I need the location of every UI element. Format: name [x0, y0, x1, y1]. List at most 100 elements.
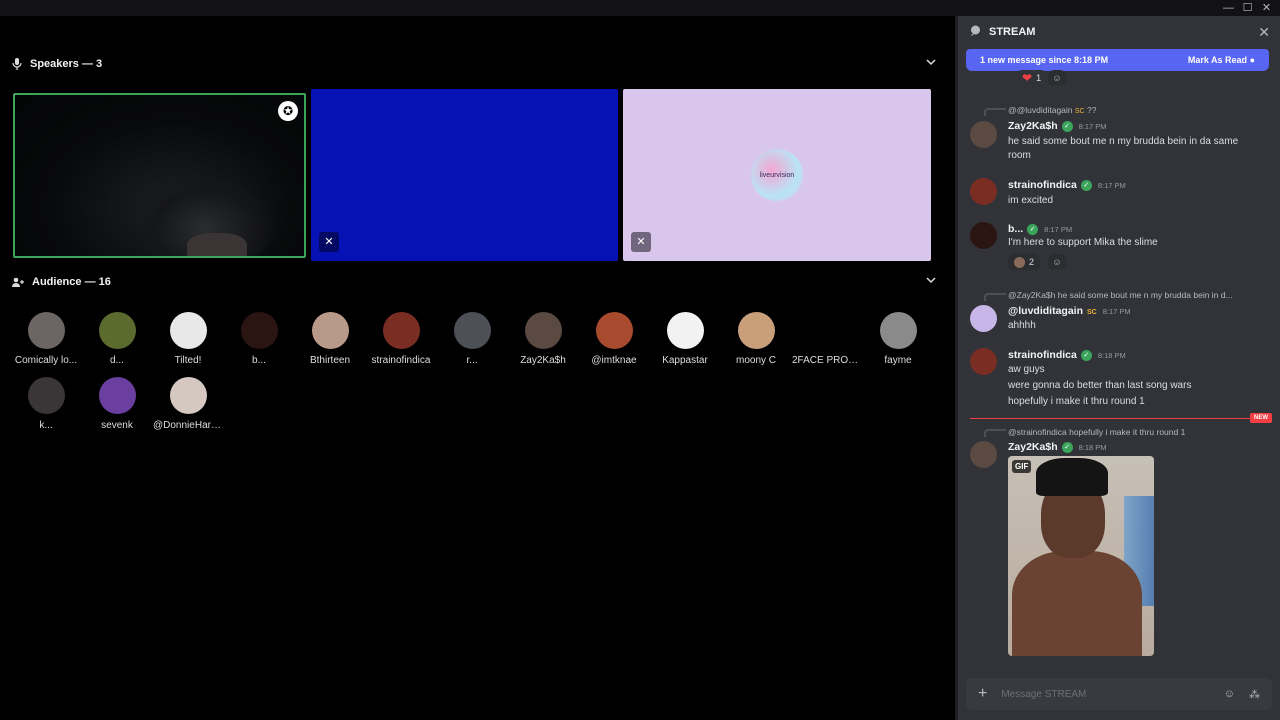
- maximize-button[interactable]: ☐: [1238, 0, 1257, 16]
- avatar[interactable]: [524, 312, 562, 349]
- reaction-heart[interactable]: ❤ 1: [1016, 70, 1048, 86]
- reaction-chip[interactable]: 2: [1008, 254, 1041, 270]
- audience-member[interactable]: r...: [437, 312, 507, 366]
- avatar[interactable]: [970, 222, 997, 249]
- reply-preview[interactable]: @strainofindica hopefully i make it thru…: [1008, 427, 1185, 437]
- avatar[interactable]: [970, 348, 997, 375]
- audience-member[interactable]: sevenk: [82, 377, 152, 431]
- chat-header: STREAM ✕: [958, 16, 1280, 48]
- speaker-tile-video[interactable]: ✪: [13, 93, 306, 258]
- mark-as-read-label: Mark As Read: [1187, 55, 1248, 65]
- message-input[interactable]: Message STREAM: [1001, 689, 1209, 700]
- audience-member-name: strainofindica: [371, 355, 431, 366]
- message-text: im excited: [1008, 195, 1054, 206]
- audience-icon: [12, 277, 24, 288]
- avatar[interactable]: [595, 312, 633, 349]
- avatar[interactable]: [737, 312, 775, 349]
- audience-member-name: Tilted!: [174, 355, 202, 366]
- message-text: were gonna do better than last song wars: [1008, 380, 1192, 391]
- audience-member[interactable]: 2FACE PRON...: [792, 312, 862, 366]
- audience-member[interactable]: Tilted!: [153, 312, 223, 366]
- mark-read-icon: ●: [1249, 55, 1255, 65]
- audience-member[interactable]: Zay2Ka$h: [508, 312, 578, 366]
- audience-member[interactable]: b...: [224, 312, 294, 366]
- avatar[interactable]: [169, 312, 207, 349]
- reply-connector: [984, 108, 1006, 116]
- audience-member[interactable]: Bthirteen: [295, 312, 365, 366]
- speaker-tile-blue[interactable]: ✕: [311, 89, 618, 261]
- message-author[interactable]: strainofindica ✓ 8:18 PM: [1008, 349, 1126, 361]
- new-messages-text: 1 new message since 8:18 PM: [980, 55, 1109, 65]
- close-icon[interactable]: ✕: [1258, 24, 1270, 41]
- minimize-button[interactable]: —: [1219, 0, 1238, 16]
- heart-icon: ❤: [1022, 71, 1033, 85]
- chevron-down-icon[interactable]: [926, 57, 936, 69]
- avatar[interactable]: [970, 121, 997, 148]
- audience-member[interactable]: Comically lo...: [11, 312, 81, 366]
- audience-member-name: fayme: [884, 355, 912, 366]
- message-author[interactable]: Zay2Ka$h ✓ 8:17 PM: [1008, 120, 1107, 132]
- author-name: Zay2Ka$h: [1008, 120, 1058, 132]
- chevron-down-icon[interactable]: [926, 275, 936, 287]
- mark-as-read-button[interactable]: Mark As Read ●: [1188, 55, 1255, 65]
- gif-attachment[interactable]: GIF: [1008, 456, 1154, 656]
- avatar[interactable]: [970, 441, 997, 468]
- speaker-tile-liveurvision[interactable]: liveurvision ✕: [623, 89, 931, 261]
- speakers-title: Speakers — 3: [30, 58, 103, 70]
- avatar[interactable]: [382, 312, 420, 349]
- message-time: 8:17 PM: [1078, 121, 1107, 131]
- avatar[interactable]: [970, 305, 997, 332]
- reply-preview[interactable]: @Zay2Ka$h he said some bout me n my brud…: [1008, 290, 1233, 300]
- reply-text: hopefully i make it thru round 1: [1069, 427, 1186, 437]
- message-author[interactable]: strainofindica ✓ 8:17 PM: [1008, 179, 1126, 191]
- plus-icon[interactable]: +: [978, 685, 987, 703]
- audience-member[interactable]: Kappastar: [650, 312, 720, 366]
- add-reaction-icon[interactable]: ☺: [1048, 70, 1066, 86]
- verified-badge-icon: ✓: [1061, 441, 1073, 453]
- avatar[interactable]: [808, 312, 846, 349]
- audience-member[interactable]: moony C: [721, 312, 791, 366]
- new-messages-banner[interactable]: 1 new message since 8:18 PM Mark As Read…: [966, 49, 1269, 71]
- avatar[interactable]: [98, 312, 136, 349]
- avatar[interactable]: [169, 377, 207, 414]
- audience-member[interactable]: strainofindica: [366, 312, 436, 366]
- avatar[interactable]: [27, 377, 65, 414]
- message-text: aw guys: [1008, 364, 1045, 375]
- avatar[interactable]: [27, 312, 65, 349]
- apps-icon[interactable]: ⁂: [1249, 688, 1260, 701]
- message-author[interactable]: @luvdiditagain SC 8:17 PM: [1008, 305, 1131, 317]
- avatar[interactable]: [240, 312, 278, 349]
- speakers-header[interactable]: Speakers — 3: [12, 55, 936, 73]
- avatar[interactable]: [311, 312, 349, 349]
- gif-body: [1012, 551, 1142, 656]
- message-author[interactable]: b... ✓ 8:17 PM: [1008, 223, 1072, 235]
- message-composer[interactable]: + Message STREAM ☺ ⁂: [966, 678, 1272, 710]
- verified-badge-icon: ✓: [1061, 120, 1073, 132]
- gif-durag: [1036, 458, 1108, 496]
- audience-member-name: moony C: [735, 355, 776, 366]
- audience-member[interactable]: @DonnieHard...: [153, 377, 223, 431]
- audience-member[interactable]: k...: [11, 377, 81, 431]
- stage-moderator-icon: ✪: [278, 101, 298, 121]
- reply-preview[interactable]: @@luvdiditagain SC ??: [1008, 105, 1096, 115]
- message-time: 8:18 PM: [1078, 442, 1107, 452]
- message-author[interactable]: Zay2Ka$h ✓ 8:18 PM: [1008, 441, 1107, 453]
- muted-mic-icon: ✕: [319, 232, 339, 252]
- avatar[interactable]: [879, 312, 917, 349]
- audience-member[interactable]: @imtknae: [579, 312, 649, 366]
- audience-member-name: sevenk: [101, 420, 133, 431]
- emoji-icon[interactable]: ☺: [1224, 688, 1235, 700]
- audience-member[interactable]: fayme: [863, 312, 933, 366]
- avatar[interactable]: [453, 312, 491, 349]
- avatar[interactable]: [666, 312, 704, 349]
- avatar[interactable]: [98, 377, 136, 414]
- window-titlebar: — ☐ ✕: [0, 0, 1280, 16]
- audience-member[interactable]: d...: [82, 312, 152, 366]
- audience-header[interactable]: Audience — 16: [12, 273, 936, 291]
- microphone-icon: [12, 58, 22, 70]
- close-window-button[interactable]: ✕: [1257, 0, 1276, 16]
- avatar[interactable]: [970, 178, 997, 205]
- message-text: hopefully i make it thru round 1: [1008, 396, 1145, 407]
- add-reaction-icon[interactable]: ☺: [1048, 254, 1066, 270]
- audience-member-name: r...: [466, 355, 478, 366]
